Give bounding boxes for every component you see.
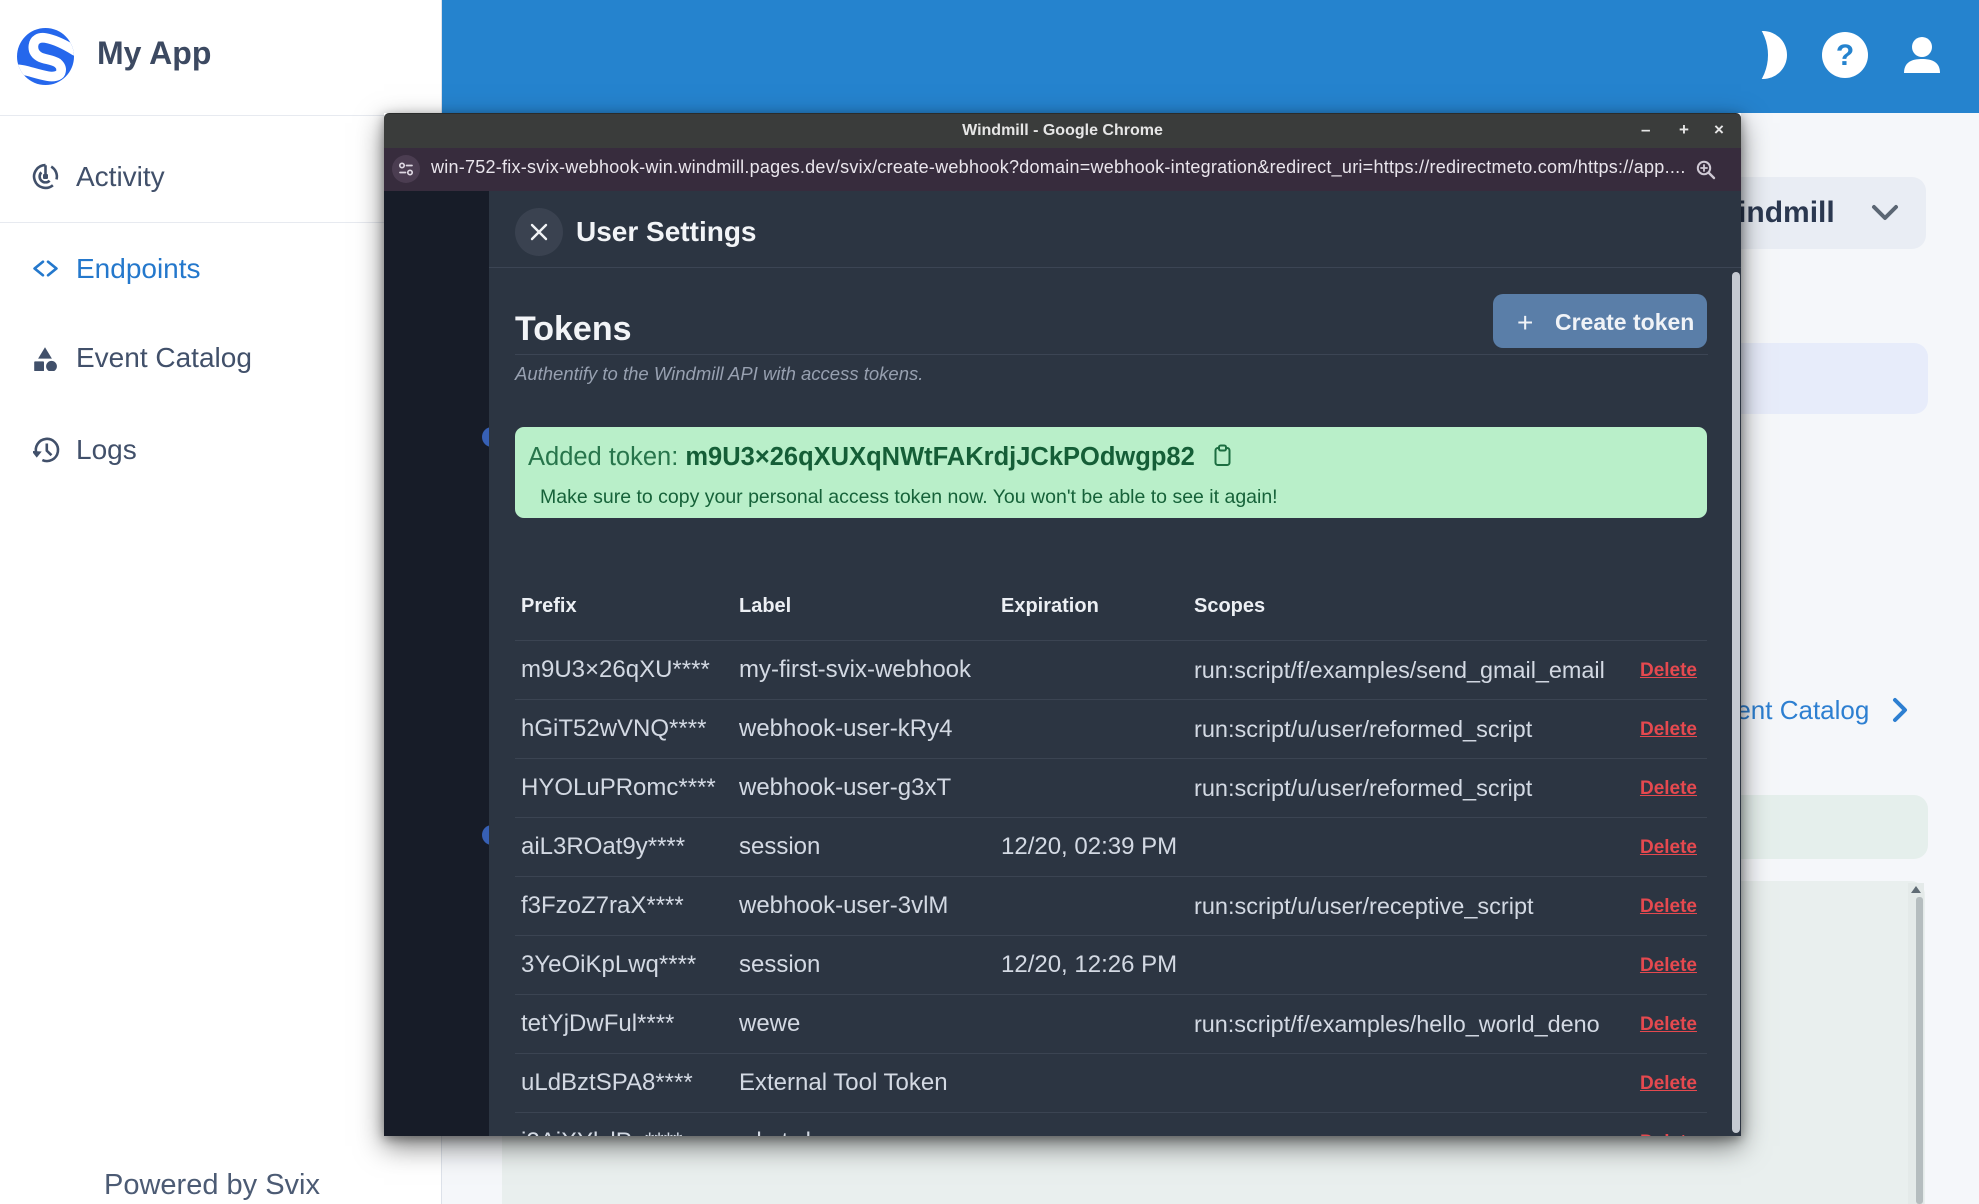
svg-text:?: ? (1836, 39, 1854, 72)
